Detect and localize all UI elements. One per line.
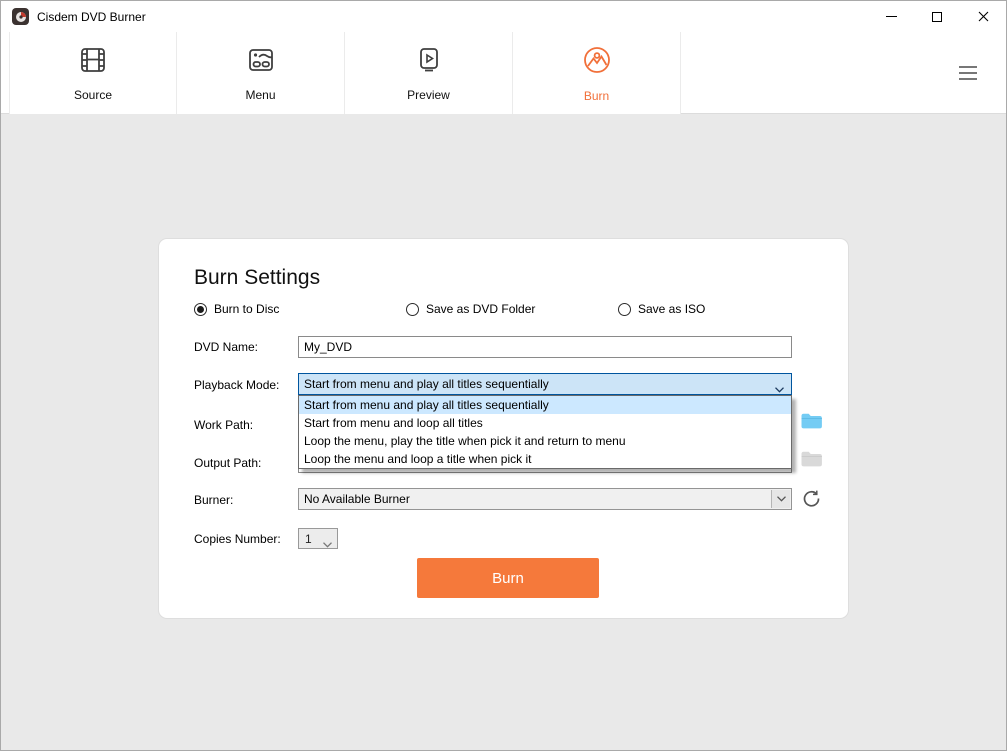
work-path-label: Work Path:	[194, 418, 253, 432]
filmstrip-icon	[77, 44, 109, 81]
radio-save-as-iso-label: Save as ISO	[638, 302, 705, 316]
burner-value: No Available Burner	[304, 492, 410, 506]
radio-circle-icon	[618, 303, 631, 316]
minimize-button[interactable]	[868, 1, 914, 32]
chevron-down-icon	[771, 490, 790, 508]
radio-save-as-dvd-folder-label: Save as DVD Folder	[426, 302, 535, 316]
title-bar: Cisdem DVD Burner	[1, 1, 1006, 32]
app-logo-icon	[12, 8, 29, 25]
copies-number-combobox[interactable]: 1	[298, 528, 338, 549]
refresh-icon[interactable]	[802, 489, 821, 511]
radio-circle-icon	[406, 303, 419, 316]
close-button[interactable]	[960, 1, 1006, 32]
radio-burn-to-disc-label: Burn to Disc	[214, 302, 279, 316]
chevron-down-icon	[323, 537, 332, 551]
copies-number-value: 1	[305, 532, 312, 546]
dvd-name-input[interactable]	[298, 336, 792, 358]
tab-burn[interactable]: Burn	[513, 32, 681, 114]
chevron-down-icon	[775, 382, 784, 396]
tab-source-label: Source	[74, 88, 112, 102]
radio-save-as-iso[interactable]: Save as ISO	[618, 302, 705, 316]
folder-icon-gray[interactable]	[800, 450, 823, 471]
output-type-radios: Burn to Disc Save as DVD Folder Save as …	[159, 302, 848, 318]
hamburger-menu-icon[interactable]	[959, 66, 977, 80]
burn-settings-panel: Burn Settings Burn to Disc Save as DVD F…	[158, 238, 849, 619]
dvd-name-label: DVD Name:	[194, 340, 258, 354]
dropdown-option[interactable]: Loop the menu, play the title when pick …	[299, 432, 791, 450]
output-path-label: Output Path:	[194, 456, 261, 470]
tab-source[interactable]: Source	[9, 32, 177, 114]
tab-burn-label: Burn	[584, 89, 609, 103]
dropdown-option[interactable]: Start from menu and play all titles sequ…	[299, 396, 791, 414]
tab-menu[interactable]: Menu	[177, 32, 345, 114]
playback-mode-dropdown-list: Start from menu and play all titles sequ…	[298, 395, 792, 469]
tab-menu-label: Menu	[245, 88, 275, 102]
copies-number-label: Copies Number:	[194, 532, 281, 546]
burn-disc-icon	[580, 43, 614, 82]
content-area: Burn Settings Burn to Disc Save as DVD F…	[1, 114, 1006, 750]
dropdown-option[interactable]: Start from menu and loop all titles	[299, 414, 791, 432]
burn-button[interactable]: Burn	[417, 558, 599, 598]
tab-preview[interactable]: Preview	[345, 32, 513, 114]
dropdown-option[interactable]: Loop the menu and loop a title when pick…	[299, 450, 791, 468]
burner-combobox[interactable]: No Available Burner	[298, 488, 792, 510]
maximize-button[interactable]	[914, 1, 960, 32]
playback-mode-value: Start from menu and play all titles sequ…	[304, 377, 549, 391]
radio-save-as-dvd-folder[interactable]: Save as DVD Folder	[406, 302, 535, 316]
burner-label: Burner:	[194, 493, 233, 507]
menu-image-icon	[245, 44, 277, 81]
main-toolbar: Source Menu	[1, 32, 1006, 114]
playback-mode-label: Playback Mode:	[194, 378, 279, 392]
player-preview-icon	[413, 44, 445, 81]
app-window: Cisdem DVD Burner Source	[0, 0, 1007, 751]
panel-title: Burn Settings	[194, 266, 320, 290]
playback-mode-combobox[interactable]: Start from menu and play all titles sequ…	[298, 373, 792, 395]
folder-open-icon-blue[interactable]	[800, 412, 823, 433]
radio-burn-to-disc[interactable]: Burn to Disc	[194, 302, 279, 316]
radio-circle-icon	[194, 303, 207, 316]
tab-preview-label: Preview	[407, 88, 450, 102]
window-title: Cisdem DVD Burner	[37, 10, 146, 24]
